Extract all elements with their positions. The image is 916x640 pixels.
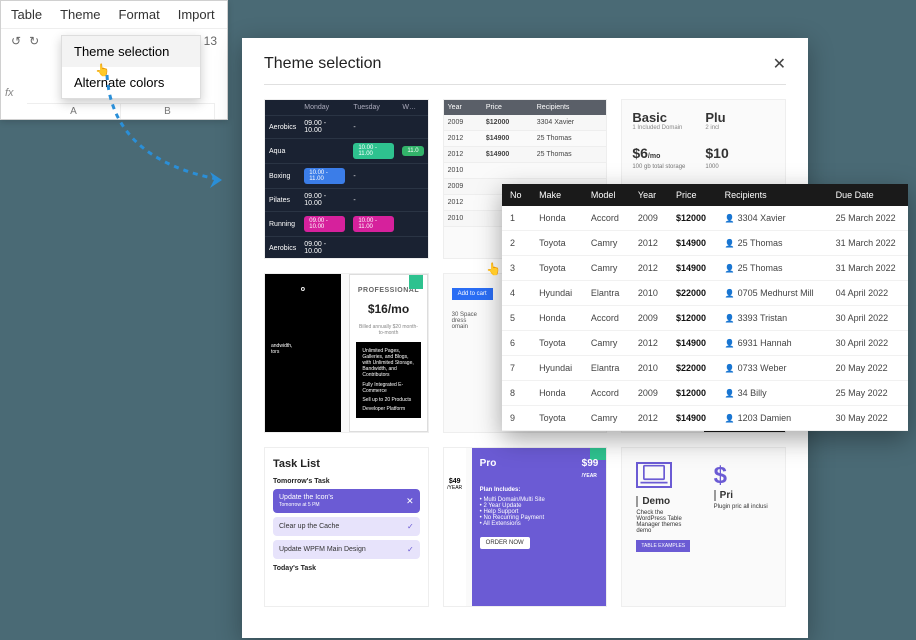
t1-col-wed: W…: [398, 100, 427, 116]
user-icon: 👤: [725, 314, 735, 323]
table-row[interactable]: 2ToyotaCamry2012$14900👤25 Thomas31 March…: [502, 231, 908, 256]
col-a[interactable]: A: [27, 103, 121, 119]
add-to-cart-button: Add to cart: [452, 288, 493, 300]
menu-format[interactable]: Format: [119, 7, 160, 22]
menu-theme[interactable]: Theme: [60, 7, 100, 22]
font-size-value[interactable]: 13: [204, 34, 217, 48]
check-icon: ✓: [407, 522, 414, 531]
table-examples-button: TABLE EXAMPLES: [636, 540, 690, 552]
t1-row: Aerobics: [265, 116, 300, 139]
menu-table[interactable]: Table: [11, 7, 42, 22]
table-row[interactable]: 4HyundaiElantra2010$22000👤0705 Medhurst …: [502, 281, 908, 306]
t4-card-left: o andwidth, tors: [265, 274, 341, 432]
t1-col-mon: Monday: [300, 100, 349, 116]
undo-icon[interactable]: ↺: [11, 34, 21, 48]
theme-thumb-task-list[interactable]: Task List Tomorrow's Task Update the Ico…: [264, 447, 429, 607]
table-row[interactable]: 8HondaAccord2009$12000👤34 Billy25 May 20…: [502, 381, 908, 406]
user-icon: 👤: [725, 239, 735, 248]
laptop-icon: [636, 462, 672, 488]
theme-thumb-schedule[interactable]: MondayTuesdayW… Aerobics09.00 - 10.00- A…: [264, 99, 429, 259]
menu-bar: Table Theme Format Import: [1, 1, 227, 29]
t4-card-right: PROFESSIONAL $16/mo Billed annually $20 …: [349, 274, 427, 432]
col-b[interactable]: B: [121, 103, 215, 119]
close-icon: ✕: [406, 496, 414, 507]
formula-label: fx: [5, 87, 14, 99]
spreadsheet-window: Table Theme Format Import ↺ ↻ 13 fx A B …: [0, 0, 228, 120]
table-row[interactable]: 1HondaAccord2009$12000👤3304 Xavier25 Mar…: [502, 206, 908, 231]
floating-data-table: No Make Model Year Price Recipients Due …: [502, 184, 908, 431]
dropdown-alternate-colors[interactable]: Alternate colors: [62, 67, 200, 98]
theme-thumb-professional[interactable]: o andwidth, tors PROFESSIONAL $16/mo Bil…: [264, 273, 429, 433]
user-icon: 👤: [725, 264, 735, 273]
redo-icon[interactable]: ↻: [29, 34, 39, 48]
user-icon: 👤: [725, 214, 735, 223]
t1-col-tue: Tuesday: [349, 100, 398, 116]
order-now-button: ORDER NOW: [480, 537, 530, 549]
close-icon[interactable]: ✕: [773, 54, 786, 74]
table-row[interactable]: 7HyundaiElantra2010$22000👤0733 Weber20 M…: [502, 356, 908, 381]
table-row[interactable]: 6ToyotaCamry2012$14900👤6931 Hannah30 Apr…: [502, 331, 908, 356]
badge-icon: [409, 275, 423, 289]
dialog-title: Theme selection: [264, 55, 381, 73]
user-icon: 👤: [725, 364, 735, 373]
user-icon: 👤: [725, 339, 735, 348]
dropdown-theme-selection[interactable]: Theme selection: [62, 36, 200, 67]
table-row[interactable]: 3ToyotaCamry2012$14900👤25 Thomas31 March…: [502, 256, 908, 281]
table-row[interactable]: 5HondaAccord2009$12000👤3393 Tristan30 Ap…: [502, 306, 908, 331]
dollar-icon: $: [714, 462, 771, 490]
theme-thumb-demo[interactable]: Demo Check the WordPress Table Manager t…: [621, 447, 786, 607]
menu-import[interactable]: Import: [178, 7, 215, 22]
user-icon: 👤: [725, 389, 735, 398]
column-headers: A B: [27, 103, 215, 119]
theme-thumb-pro-plan[interactable]: $49 /YEAR Pro $99/YEAR Plan Includes: • …: [443, 447, 608, 607]
check-icon: ✓: [407, 545, 414, 554]
theme-dropdown: Theme selection Alternate colors: [61, 35, 201, 99]
table-header: No Make Model Year Price Recipients Due …: [502, 184, 908, 206]
user-icon: 👤: [725, 414, 735, 423]
user-icon: 👤: [725, 289, 735, 298]
table-row[interactable]: 9ToyotaCamry2012$14900👤1203 Damien30 May…: [502, 406, 908, 431]
